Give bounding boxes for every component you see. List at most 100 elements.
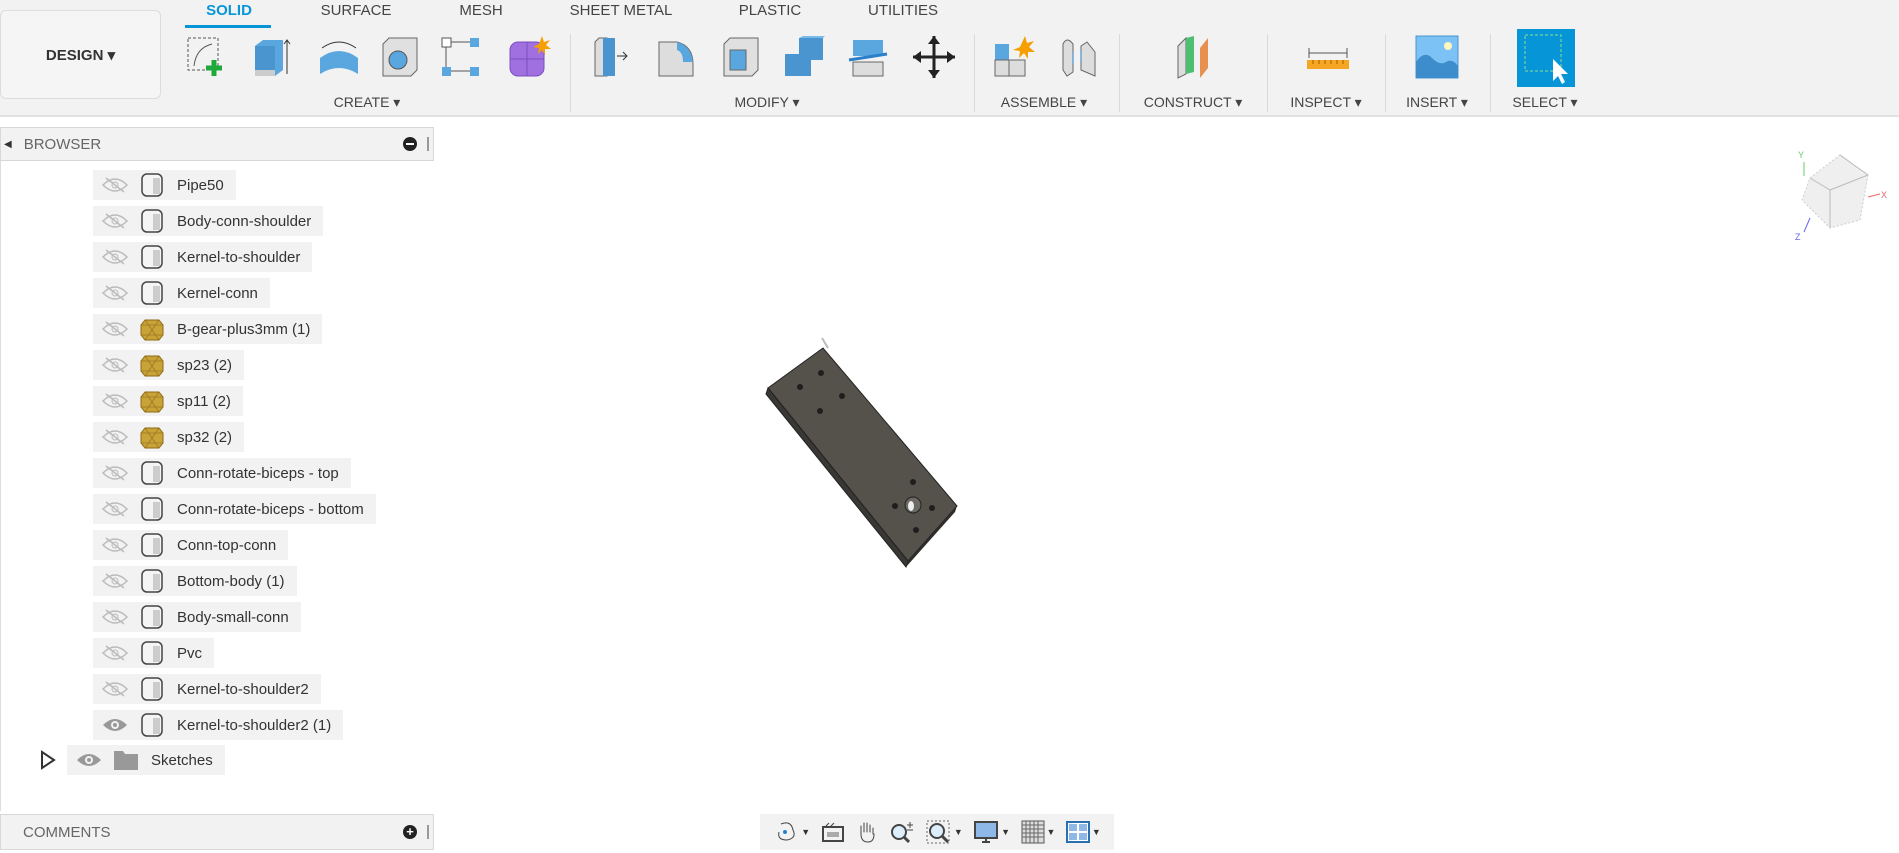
browser-border	[0, 161, 1, 811]
browser-item[interactable]: Conn-top-conn	[93, 530, 289, 560]
eye-hidden-icon[interactable]	[101, 572, 129, 590]
browser-title: BROWSER	[23, 135, 102, 153]
browser-item[interactable]: Conn-rotate-biceps - bottom	[93, 494, 376, 524]
browser-item[interactable]: Pvc	[93, 638, 215, 668]
collapse-arrow-icon[interactable]: ◀	[4, 139, 12, 150]
extrude-icon[interactable]	[249, 34, 295, 80]
browser-item[interactable]: Conn-rotate-biceps - top	[93, 458, 351, 488]
expand-arrow-icon[interactable]	[39, 750, 57, 770]
select-menu[interactable]: SELECT ▾	[1512, 94, 1577, 111]
caret-icon: ▼	[1001, 827, 1011, 837]
browser-item[interactable]: Pipe50	[93, 170, 236, 200]
eye-hidden-icon[interactable]	[101, 284, 129, 302]
pattern-icon[interactable]	[438, 34, 484, 80]
tab-mesh[interactable]: MESH	[459, 2, 502, 19]
joint-icon[interactable]	[1055, 34, 1101, 80]
viewcube[interactable]: Y X Z	[1790, 140, 1890, 240]
fillet-icon[interactable]	[653, 34, 699, 80]
body-icon	[141, 641, 163, 665]
eye-hidden-icon[interactable]	[101, 392, 129, 410]
browser-item-label: Conn-rotate-biceps - bottom	[177, 500, 364, 518]
eye-hidden-icon[interactable]	[101, 356, 129, 374]
inspect-menu[interactable]: INSPECT ▾	[1290, 94, 1361, 111]
body-icon	[141, 173, 163, 197]
create-sketch-icon[interactable]	[184, 34, 230, 80]
browser-item-label: Kernel-to-shoulder2	[177, 680, 309, 698]
browser-item-label: B-gear-plus3mm (1)	[177, 320, 311, 338]
browser-item[interactable]: Kernel-to-shoulder2 (1)	[93, 710, 344, 740]
eye-icon[interactable]	[75, 751, 103, 769]
eye-hidden-icon[interactable]	[101, 536, 129, 554]
browser-item[interactable]: B-gear-plus3mm (1)	[93, 314, 323, 344]
eye-icon[interactable]	[101, 716, 129, 734]
fit-button[interactable]: ▼	[926, 820, 963, 844]
browser-item[interactable]: Kernel-to-shoulder	[93, 242, 313, 272]
press-pull-icon[interactable]	[589, 34, 635, 80]
modify-menu[interactable]: MODIFY ▾	[734, 94, 799, 111]
display-settings-button[interactable]: ▼	[973, 820, 1010, 844]
construct-menu[interactable]: CONSTRUCT ▾	[1144, 94, 1243, 111]
tab-solid[interactable]: SOLID	[206, 2, 252, 19]
browser-folder-sketches[interactable]: Sketches	[41, 745, 225, 775]
comments-header[interactable]: COMMENTS +	[0, 814, 434, 850]
eye-hidden-icon[interactable]	[101, 176, 129, 194]
browser-item-label: Body-conn-shoulder	[177, 212, 312, 230]
revolve-icon[interactable]	[316, 34, 362, 80]
tab-surface[interactable]: SURFACE	[321, 2, 392, 19]
center-bore	[904, 496, 922, 514]
insert-image-icon[interactable]	[1414, 34, 1460, 80]
zoom-icon	[891, 822, 914, 844]
eye-hidden-icon[interactable]	[101, 428, 129, 446]
browser-item[interactable]: sp32 (2)	[93, 422, 245, 452]
browser-item[interactable]: Body-conn-shoulder	[93, 206, 324, 236]
add-comment-icon[interactable]: +	[403, 825, 417, 839]
offset-plane-icon[interactable]	[1170, 34, 1216, 80]
zoom-button[interactable]	[889, 820, 915, 844]
pan-button[interactable]	[855, 820, 879, 844]
workspace-dropdown[interactable]: DESIGN ▾	[0, 10, 161, 99]
browser-item[interactable]: Bottom-body (1)	[93, 566, 297, 596]
caret-icon: ▼	[1046, 827, 1056, 837]
browser-item-label: Kernel-conn	[177, 284, 258, 302]
panel-resize-handle[interactable]	[427, 825, 429, 839]
combine-icon[interactable]	[781, 34, 827, 80]
eye-hidden-icon[interactable]	[101, 248, 129, 266]
body-icon	[141, 605, 163, 629]
tab-plastic[interactable]: PLASTIC	[739, 2, 802, 19]
eye-hidden-icon[interactable]	[101, 680, 129, 698]
collapse-panel-icon[interactable]	[403, 137, 417, 151]
browser-header[interactable]: ◀ BROWSER	[0, 127, 434, 161]
hole-icon[interactable]	[377, 34, 423, 80]
axis-z-label: Z	[1795, 232, 1801, 240]
browser-item[interactable]: Kernel-to-shoulder2	[93, 674, 321, 704]
grid-settings-button[interactable]: ▼	[1021, 820, 1056, 844]
assemble-menu[interactable]: ASSEMBLE ▾	[1001, 94, 1087, 111]
eye-hidden-icon[interactable]	[101, 608, 129, 626]
tab-utilities[interactable]: UTILITIES	[868, 2, 938, 19]
orbit-button[interactable]: ▼	[773, 820, 810, 844]
ribbon-toolbar: DESIGN ▾ SOLID SURFACE MESH SHEET METAL …	[0, 0, 1899, 117]
tab-sheet-metal[interactable]: SHEET METAL	[570, 2, 673, 19]
measure-icon[interactable]	[1305, 34, 1351, 80]
eye-hidden-icon[interactable]	[101, 212, 129, 230]
insert-menu[interactable]: INSERT ▾	[1406, 94, 1468, 111]
create-menu[interactable]: CREATE ▾	[334, 94, 401, 111]
eye-hidden-icon[interactable]	[101, 644, 129, 662]
move-icon[interactable]	[911, 34, 957, 80]
browser-item[interactable]: Body-small-conn	[93, 602, 301, 632]
split-body-icon[interactable]	[845, 34, 891, 80]
eye-hidden-icon[interactable]	[101, 500, 129, 518]
browser-item[interactable]: sp23 (2)	[93, 350, 245, 380]
shell-icon[interactable]	[718, 34, 764, 80]
viewports-button[interactable]: ▼	[1065, 821, 1101, 843]
eye-hidden-icon[interactable]	[101, 464, 129, 482]
divider	[570, 34, 571, 112]
eye-hidden-icon[interactable]	[101, 320, 129, 338]
panel-resize-handle[interactable]	[427, 137, 429, 151]
browser-item[interactable]: sp11 (2)	[93, 386, 243, 416]
new-component-icon[interactable]	[991, 34, 1037, 80]
create-form-icon[interactable]	[506, 34, 552, 80]
look-at-button[interactable]	[821, 821, 845, 843]
select-icon[interactable]	[1517, 29, 1575, 87]
browser-item[interactable]: Kernel-conn	[93, 278, 270, 308]
